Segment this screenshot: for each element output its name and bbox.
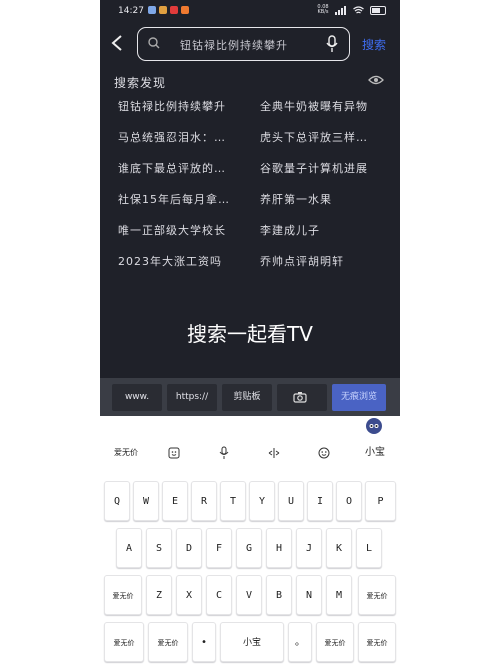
cursor-move-icon[interactable] <box>264 440 284 466</box>
emoji-icon[interactable] <box>314 440 334 466</box>
shortcut-www[interactable]: www. <box>112 384 162 411</box>
key-z[interactable]: Z <box>146 575 172 615</box>
keyboard-top-strip <box>100 416 400 436</box>
key-s[interactable]: S <box>146 528 172 568</box>
search-input[interactable]: 钮钴禄比例持续攀升 <box>137 27 350 61</box>
status-right: 0.08 KB/s <box>317 5 386 15</box>
notification-icons <box>148 6 189 14</box>
discovery-item[interactable]: 养肝第一水果 <box>260 191 332 207</box>
key-t[interactable]: T <box>220 481 246 521</box>
key-g[interactable]: G <box>236 528 262 568</box>
key-y[interactable]: Y <box>249 481 275 521</box>
discovery-item[interactable]: 钮钴禄比例持续攀升 <box>118 98 226 114</box>
shortcut-incognito[interactable]: 无痕浏览 <box>332 384 386 411</box>
key-b[interactable]: B <box>266 575 292 615</box>
key-d[interactable]: D <box>176 528 202 568</box>
discovery-item[interactable]: 李建成儿子 <box>260 222 320 238</box>
key-v[interactable]: V <box>236 575 262 615</box>
discovery-title: 搜索发现 <box>114 76 167 90</box>
discovery-item[interactable]: 虎头下总评放三样… <box>260 129 368 145</box>
key-f[interactable]: F <box>206 528 232 568</box>
floating-assistant-icon[interactable] <box>366 418 382 434</box>
status-time: 14:27 <box>118 6 144 16</box>
toolbar-right-label[interactable]: 小宝 <box>356 440 394 466</box>
search-button[interactable]: 搜索 <box>362 36 386 53</box>
app-notification-icon <box>181 6 189 14</box>
key-l[interactable]: L <box>356 528 382 568</box>
app-notification-icon <box>159 6 167 14</box>
key-j[interactable]: J <box>296 528 322 568</box>
key-n[interactable]: N <box>296 575 322 615</box>
search-icon <box>148 37 160 49</box>
discovery-item[interactable]: 2023年大涨工资吗 <box>118 253 222 269</box>
toolbar-left-label[interactable]: 爱无价 <box>106 440 146 466</box>
key-space[interactable]: 小宝 <box>220 622 284 662</box>
key-k[interactable]: K <box>326 528 352 568</box>
battery-icon <box>370 5 386 15</box>
back-arrow-icon[interactable] <box>110 34 128 54</box>
app-notification-icon <box>170 6 178 14</box>
microphone-icon[interactable] <box>325 35 339 53</box>
keyboard: 爱无价 小宝 Q W E R T Y U I O P A S D F G H J… <box>100 416 400 666</box>
key-p[interactable]: P <box>365 481 396 521</box>
key-o[interactable]: O <box>336 481 362 521</box>
eye-icon[interactable] <box>368 74 384 86</box>
key-c[interactable]: C <box>206 575 232 615</box>
shortcut-bar: www. https:// 剪贴板 无痕浏览 <box>100 378 400 416</box>
shortcut-clipboard[interactable]: 剪贴板 <box>222 384 272 411</box>
key-e[interactable]: E <box>162 481 188 521</box>
key-h[interactable]: H <box>266 528 292 568</box>
discovery-item[interactable]: 谷歌量子计算机进展 <box>260 160 368 176</box>
search-query-text: 钮钴禄比例持续攀升 <box>180 39 288 52</box>
emoji-keyboard-icon[interactable] <box>164 440 184 466</box>
key-x[interactable]: X <box>176 575 202 615</box>
key-symbols[interactable]: 爱无价 <box>104 622 144 662</box>
signal-icon <box>335 5 346 15</box>
discovery-item[interactable]: 马总统强忍泪水：… <box>118 129 226 145</box>
voice-input-icon[interactable] <box>214 440 234 466</box>
key-m[interactable]: M <box>326 575 352 615</box>
key-period[interactable]: 。 <box>288 622 312 662</box>
key-shift-left[interactable]: 爱无价 <box>104 575 142 615</box>
watermark-text: 搜索一起看TV <box>187 322 313 346</box>
key-enter[interactable]: 爱无价 <box>358 622 396 662</box>
status-bar: 14:27 0.08 KB/s <box>100 0 400 22</box>
key-w[interactable]: W <box>133 481 159 521</box>
network-speed: 0.08 KB/s <box>317 4 329 15</box>
key-numbers[interactable]: 爱无价 <box>148 622 188 662</box>
discovery-item[interactable]: 谁底下最总评放的… <box>118 160 226 176</box>
key-delete[interactable]: 爱无价 <box>358 575 396 615</box>
key-dot[interactable]: • <box>192 622 216 662</box>
discovery-item[interactable]: 唯一正部级大学校长 <box>118 222 226 238</box>
wifi-icon <box>353 5 364 13</box>
key-q[interactable]: Q <box>104 481 130 521</box>
discovery-item[interactable]: 全典牛奶被曝有异物 <box>260 98 368 114</box>
key-i[interactable]: I <box>307 481 333 521</box>
key-u[interactable]: U <box>278 481 304 521</box>
camera-icon <box>293 392 307 403</box>
key-lang[interactable]: 爱无价 <box>316 622 354 662</box>
discovery-item[interactable]: 乔帅点评胡明轩 <box>260 253 344 269</box>
key-r[interactable]: R <box>191 481 217 521</box>
key-a[interactable]: A <box>116 528 142 568</box>
app-notification-icon <box>148 6 156 14</box>
discovery-item[interactable]: 社保15年后每月拿… <box>118 191 230 207</box>
shortcut-camera[interactable] <box>277 384 327 411</box>
shortcut-https[interactable]: https:// <box>167 384 217 411</box>
